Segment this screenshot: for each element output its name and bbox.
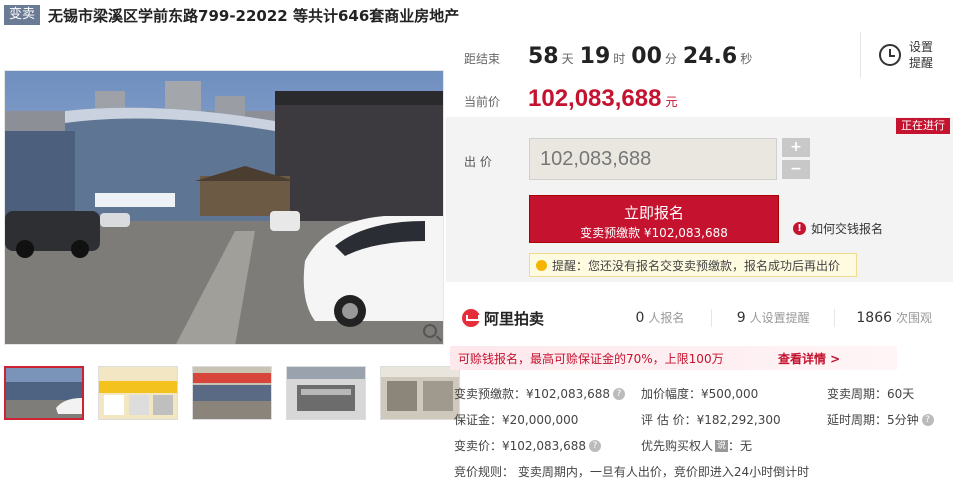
- signup-deposit: 变卖预缴款 ¥102,083,688: [580, 226, 728, 240]
- thumbnail-image: [381, 367, 459, 419]
- stat-number: 0: [635, 310, 645, 326]
- platform-name: 阿里拍卖: [484, 309, 545, 328]
- question-icon[interactable]: ?: [612, 388, 625, 400]
- reminder-tip-text: 提醒：您还没有报名交变卖预缴款，报名成功后再出价: [552, 258, 841, 273]
- ali-auction-icon: [462, 309, 480, 327]
- view-details-link[interactable]: 查看详情 >: [778, 350, 840, 367]
- delay-period: 延时周期：5分钟: [827, 412, 919, 427]
- main-photo[interactable]: [4, 70, 444, 345]
- increase-bid-button[interactable]: +: [782, 138, 810, 157]
- deposit: 保证金：¥20,000,000: [454, 412, 579, 427]
- status-badge: 正在进行: [896, 118, 950, 134]
- bidding-rule: 竞价规则： 变卖周期内，一旦有人出价，竞价即进入24小时倒计时: [454, 464, 810, 479]
- info-icon: !: [793, 222, 806, 235]
- bid-panel: 正在进行 出 价 102,083,688 + − 立即报名 变卖预缴款 ¥102…: [446, 117, 953, 282]
- platform-stats: 阿里拍卖 0 人报名 9 人设置提醒 1866 次围观: [446, 298, 953, 338]
- priority-buyer-value: ：无: [728, 438, 753, 453]
- credit-promo-text: 可赊钱报名，最高可赊保证金的70%，上限100万: [458, 351, 724, 366]
- current-price-unit: 元: [665, 95, 678, 109]
- thumbnail-4[interactable]: [286, 366, 366, 420]
- decrease-bid-button[interactable]: −: [782, 160, 810, 179]
- countdown-seconds: 24.6: [682, 44, 738, 69]
- thumbnail-image: [287, 367, 365, 419]
- signup-title: 立即报名: [623, 204, 684, 222]
- stat-label: 次围观: [896, 311, 933, 325]
- stat-label: 人报名: [648, 311, 685, 325]
- auction-details: 变卖预缴款：¥102,083,688? 加价幅度：¥500,000 变卖周期：6…: [454, 380, 949, 484]
- bid-label: 出 价: [464, 155, 492, 169]
- current-price-label: 当前价: [464, 95, 501, 109]
- countdown-label: 距结束: [464, 52, 501, 66]
- bid-increment: 加价幅度：¥500,000: [641, 386, 759, 401]
- stat-signups: 0 人报名: [609, 309, 712, 327]
- countdown-hours: 19: [579, 44, 611, 69]
- countdown-days: 58: [528, 44, 559, 69]
- reminder-tip: 提醒：您还没有报名交变卖预缴款，报名成功后再出价: [529, 253, 857, 277]
- pre-deposit: 变卖预缴款：¥102,083,688: [454, 386, 610, 401]
- credit-promo: 可赊钱报名，最高可赊保证金的70%，上限100万 查看详情 >: [450, 346, 897, 370]
- thumbnail-image: [6, 368, 82, 418]
- ali-auction-logo: 阿里拍卖: [462, 308, 609, 329]
- countdown-days-unit: 天: [561, 52, 574, 66]
- countdown-seconds-unit: 秒: [740, 52, 753, 66]
- question-icon[interactable]: ?: [588, 440, 601, 452]
- bid-amount-input[interactable]: 102,083,688: [529, 138, 777, 180]
- how-to-pay-label: 如何交钱报名: [811, 222, 884, 236]
- countdown: 距结束 58 天 19 时 00 分 24.6 秒: [464, 44, 758, 69]
- thumbnail-2[interactable]: [98, 366, 178, 420]
- current-price-value: 102,083,688: [528, 85, 662, 112]
- sale-price: 变卖价：¥102,083,688: [454, 438, 586, 453]
- priority-buyer-label: 优先购买权人: [641, 438, 714, 453]
- stat-label: 人设置提醒: [749, 311, 810, 325]
- thumbnail-image: [99, 367, 177, 419]
- stat-number: 9: [736, 310, 746, 326]
- stat-views: 1866 次围观: [835, 309, 953, 327]
- countdown-minutes-unit: 分: [664, 52, 677, 66]
- current-price: 当前价 102,083,688 元: [464, 85, 677, 113]
- how-to-pay-link[interactable]: ! 如何交钱报名: [793, 220, 883, 237]
- countdown-minutes: 00: [631, 44, 662, 69]
- title-row: 变卖 无锡市梁溪区学前东路799-22022 等共计646套商业房地产: [4, 4, 459, 26]
- magnifier-icon[interactable]: [423, 324, 437, 338]
- thumbnail-3[interactable]: [192, 366, 272, 420]
- question-icon[interactable]: ?: [921, 414, 934, 426]
- auction-type-tag: 变卖: [4, 5, 41, 25]
- valuation: 评 估 价：¥182,292,300: [641, 412, 781, 427]
- lightbulb-icon: [536, 259, 547, 271]
- priority-badge[interactable]: 说: [715, 440, 729, 452]
- building-photo: [5, 71, 443, 344]
- set-reminder-button[interactable]: 设置提醒: [860, 32, 937, 78]
- signup-button[interactable]: 立即报名 变卖预缴款 ¥102,083,688: [529, 195, 779, 243]
- stat-reminders: 9 人设置提醒: [712, 309, 836, 327]
- thumbnail-strip: [4, 366, 460, 420]
- stat-number: 1866: [856, 310, 893, 326]
- thumbnail-1[interactable]: [4, 366, 84, 420]
- thumbnail-5[interactable]: [380, 366, 460, 420]
- thumbnail-image: [193, 367, 271, 419]
- page-title: 无锡市梁溪区学前东路799-22022 等共计646套商业房地产: [48, 6, 460, 25]
- set-reminder-label: 设置提醒: [909, 40, 934, 70]
- countdown-hours-unit: 时: [613, 52, 626, 66]
- sale-period: 变卖周期：60天: [827, 386, 915, 401]
- alarm-clock-icon: [879, 44, 901, 66]
